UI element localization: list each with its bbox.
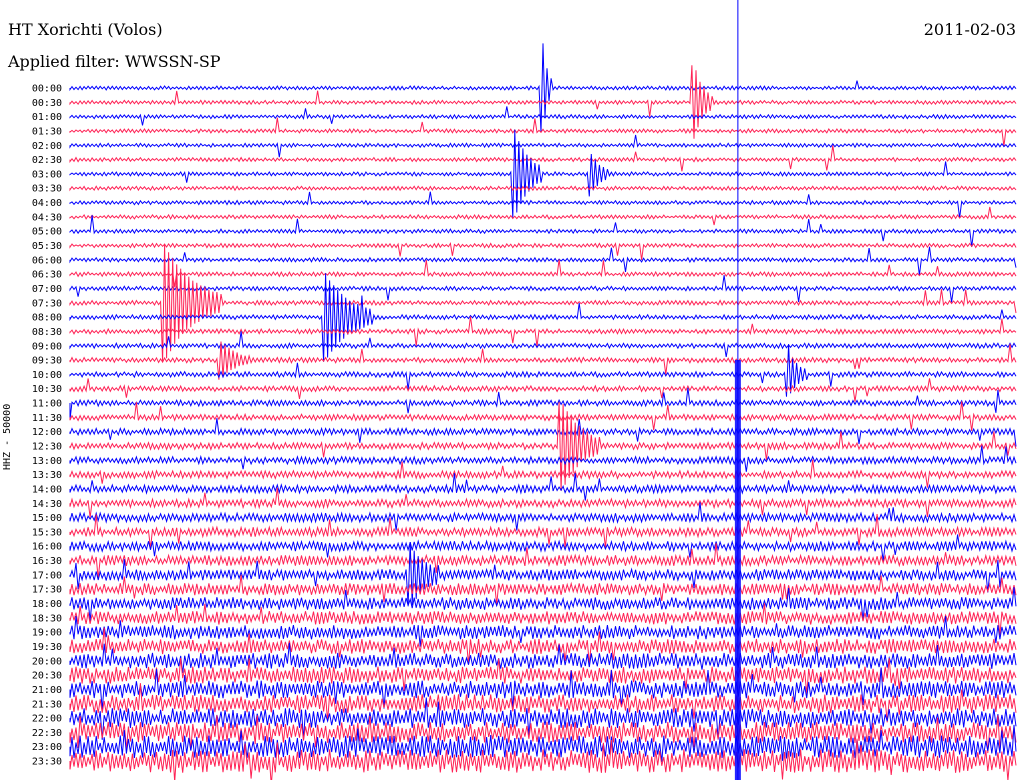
time-tick-label: 06:30	[32, 270, 62, 281]
time-tick-label: 03:30	[32, 184, 62, 195]
time-tick-label: 01:00	[32, 112, 62, 123]
time-tick-label: 09:30	[32, 356, 62, 367]
time-tick-label: 23:30	[32, 757, 62, 768]
trace-row	[69, 206, 1017, 226]
trace-row	[69, 502, 1017, 531]
time-tick-label: 20:30	[32, 671, 62, 682]
trace-row	[69, 401, 1017, 431]
time-tick-label: 10:30	[32, 384, 62, 395]
time-tick-label: 05:30	[32, 241, 62, 252]
time-tick-label: 11:30	[32, 413, 62, 424]
trace-row	[69, 459, 1017, 488]
time-tick-label: 13:00	[32, 456, 62, 467]
trace-row	[69, 574, 1017, 605]
time-tick-label: 00:00	[32, 84, 62, 95]
trace-row	[69, 418, 1017, 447]
time-tick-label: 12:00	[32, 427, 62, 438]
trace-row	[69, 472, 1017, 501]
trace-row	[69, 43, 1017, 133]
time-tick-label: 05:00	[32, 227, 62, 238]
trace-row	[69, 331, 1017, 357]
time-tick-label: 18:30	[32, 613, 62, 624]
trace-row	[69, 273, 1017, 362]
time-tick-label: 17:00	[32, 570, 62, 581]
time-tick-label: 14:00	[32, 484, 62, 495]
marker-burst	[734, 360, 741, 780]
time-tick-label: 11:00	[32, 399, 62, 410]
time-tick-label: 18:00	[32, 599, 62, 610]
time-tick-label: 06:00	[32, 255, 62, 266]
trace-row	[69, 106, 1017, 126]
trace-row	[69, 191, 1017, 219]
trace-row	[69, 134, 1017, 158]
trace-row	[69, 378, 1017, 402]
trace-row	[69, 117, 1017, 147]
time-tick-label: 15:30	[32, 527, 62, 538]
time-tick-label: 04:00	[32, 198, 62, 209]
time-tick-label: 21:30	[32, 699, 62, 710]
trace-row	[69, 185, 1017, 192]
time-tick-label: 17:30	[32, 585, 62, 596]
time-tick-label: 22:30	[32, 728, 62, 739]
time-tick-label: 08:00	[32, 313, 62, 324]
time-tick-label: 07:30	[32, 298, 62, 309]
trace-row	[69, 215, 1017, 248]
time-tick-label: 23:00	[32, 742, 62, 753]
trace-row	[69, 542, 1017, 606]
time-tick-label: 01:30	[32, 126, 62, 137]
trace-row	[69, 615, 1017, 647]
time-tick-label: 02:30	[32, 155, 62, 166]
time-tick-label: 08:30	[32, 327, 62, 338]
time-tick-label: 07:00	[32, 284, 62, 295]
trace-row	[69, 246, 1017, 276]
trace-row	[69, 65, 1017, 139]
time-tick-label: 20:00	[32, 656, 62, 667]
time-tick-label: 16:00	[32, 542, 62, 553]
time-tick-label: 04:30	[32, 212, 62, 223]
time-tick-label: 22:00	[32, 714, 62, 725]
time-tick-label: 03:00	[32, 169, 62, 180]
time-tick-label: 15:00	[32, 513, 62, 524]
trace-row	[69, 445, 1017, 472]
time-tick-label: 13:30	[32, 470, 62, 481]
time-tick-label: 12:30	[32, 442, 62, 453]
trace-row	[69, 259, 1017, 288]
seismogram-plot: 00:00 00:30 01:00 01:30 02:00 02:30 03:00 03:30…	[32, 0, 1017, 780]
time-tick-label: 10:00	[32, 370, 62, 381]
time-tick-label: 19:00	[32, 628, 62, 639]
trace-row	[69, 487, 1017, 518]
time-tick-label: 02:00	[32, 141, 62, 152]
time-tick-label: 14:30	[32, 499, 62, 510]
trace-row	[69, 316, 1017, 347]
trace-row	[69, 145, 1017, 172]
time-tick-label: 21:00	[32, 685, 62, 696]
time-tick-label: 09:00	[32, 341, 62, 352]
time-tick-label: 16:30	[32, 556, 62, 567]
time-tick-label: 00:30	[32, 98, 62, 109]
time-tick-label: 19:30	[32, 642, 62, 653]
